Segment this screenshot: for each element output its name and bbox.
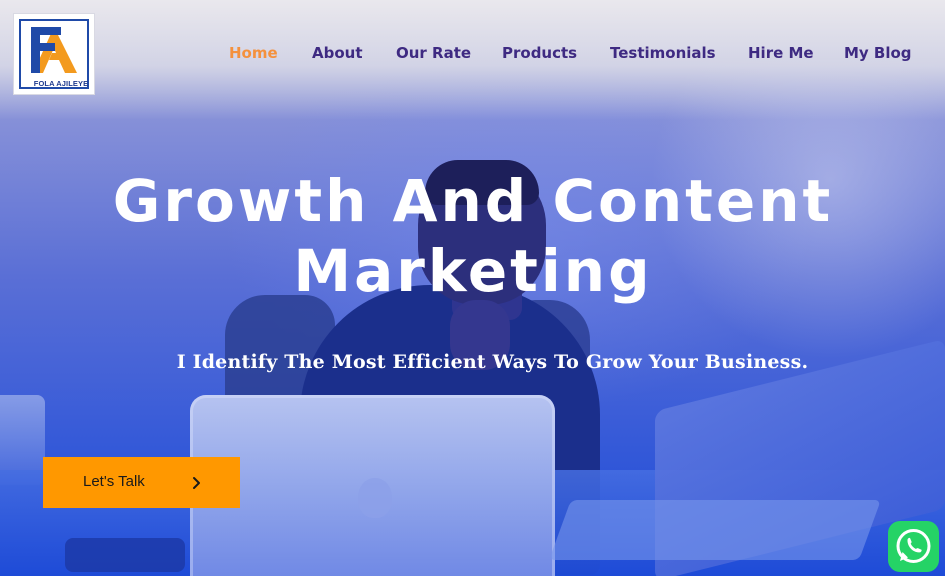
chevron-right-icon xyxy=(193,477,200,489)
hero-title: Growth And Content Marketing xyxy=(0,166,945,306)
lets-talk-label: Let's Talk xyxy=(83,473,145,490)
lets-talk-button[interactable]: Let's Talk xyxy=(43,457,240,508)
background-laptop-logo xyxy=(358,478,392,518)
whatsapp-icon xyxy=(896,529,931,563)
nav-hire-me[interactable]: Hire Me xyxy=(748,44,814,62)
nav-my-blog[interactable]: My Blog xyxy=(844,44,912,62)
whatsapp-chat-button[interactable] xyxy=(888,521,939,572)
nav-home[interactable]: Home xyxy=(229,44,278,62)
nav-products[interactable]: Products xyxy=(502,44,577,62)
nav-testimonials[interactable]: Testimonials xyxy=(610,44,716,62)
hero-title-line-1: Growth And Content xyxy=(112,167,834,235)
nav-about[interactable]: About xyxy=(312,44,363,62)
background-keyboard xyxy=(549,500,881,560)
logo-name: FOLA AJILEYE xyxy=(33,79,89,88)
nav-our-rate[interactable]: Our Rate xyxy=(396,44,471,62)
hero-title-line-2: Marketing xyxy=(293,237,653,305)
main-nav: Home About Our Rate Products Testimonial… xyxy=(0,44,945,64)
background-phone xyxy=(65,538,185,572)
hero-subtitle: I Identify The Most Efficient Ways To Gr… xyxy=(176,351,809,373)
